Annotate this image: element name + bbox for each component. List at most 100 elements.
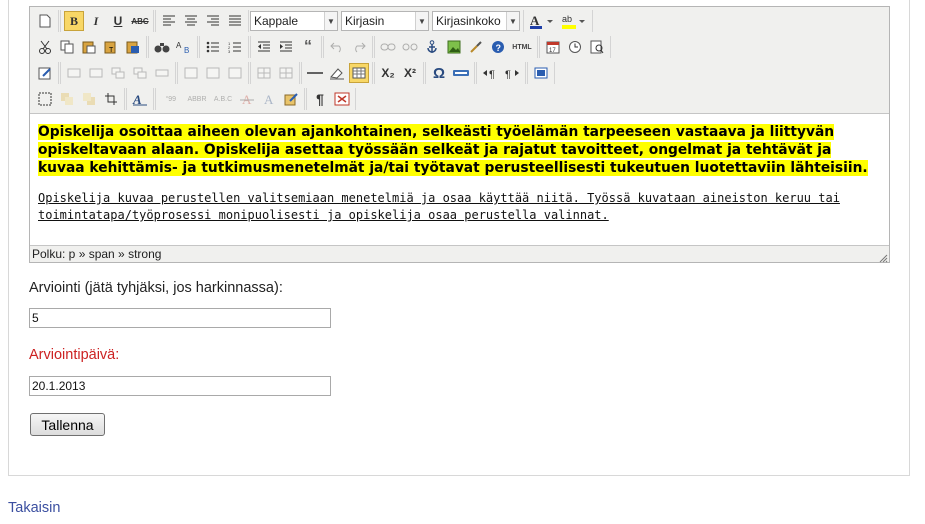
back-link[interactable]: Takaisin [8,500,60,516]
table-cell-icon[interactable] [254,63,274,83]
cut-icon[interactable] [35,37,55,57]
form-field-icon[interactable] [86,63,106,83]
paste-text-icon[interactable]: T [101,37,121,57]
svg-text:T: T [109,47,114,54]
acronym-icon[interactable]: A.B.C [211,89,235,109]
layer-icon[interactable] [130,63,150,83]
strikethrough-button[interactable]: ABC [130,11,150,31]
new-document-icon[interactable] [35,11,55,31]
highlight-color-icon[interactable]: ab [559,11,589,31]
paste-word-icon[interactable] [123,37,143,57]
chevron-down-icon: ▼ [415,12,428,30]
layer-icon[interactable] [108,63,128,83]
blockquote-icon[interactable]: “ [298,37,318,57]
align-right-icon[interactable] [203,11,223,31]
html-source-icon[interactable]: HTML [510,37,534,57]
table-row-icon[interactable] [203,63,223,83]
copy-icon[interactable] [57,37,77,57]
element-path: Polku: p » span » strong [32,247,162,261]
preview-icon[interactable] [587,37,607,57]
layer-icon[interactable] [152,63,172,83]
media-icon[interactable] [451,63,471,83]
save-button[interactable]: Tallenna [30,413,105,436]
toolbar-group [32,88,125,110]
highlighted-paragraph: Opiskelija osoittaa aiheen olevan ajanko… [38,123,878,177]
toolbar-group [32,10,59,32]
bold-button[interactable]: B [64,11,84,31]
subscript-button[interactable]: X₂ [378,63,398,83]
format-select[interactable]: Kappale ▼ [250,11,338,31]
toolbar-group: ¶ ¶ [476,62,526,84]
form-field-icon[interactable] [64,63,84,83]
table-cell-icon[interactable] [276,63,296,83]
text-color-icon[interactable]: A [527,11,557,31]
edit-document-icon[interactable] [35,63,55,83]
toolbar-row-4: A “99 ABBR A.B.C A A ¶ [32,86,357,112]
rtl-icon[interactable]: ¶ [502,63,522,83]
resize-handle-icon[interactable] [878,251,888,263]
toolbar-group: A ab [523,10,593,32]
abbr-icon[interactable]: ABBR [185,89,209,109]
svg-text:A: A [132,92,142,106]
superscript-button[interactable]: X² [400,63,420,83]
image-icon[interactable] [444,37,464,57]
visual-aid-icon[interactable] [35,89,55,109]
svg-text:¶: ¶ [505,69,511,79]
font-select[interactable]: Kirjasin ▼ [341,11,429,31]
italic-button[interactable]: I [86,11,106,31]
fullscreen-icon[interactable] [531,63,551,83]
svg-text:A: A [530,13,540,28]
unlink-icon[interactable] [400,37,420,57]
eraser-icon[interactable] [327,63,347,83]
horizontal-rule-icon[interactable] [305,63,325,83]
grade-input[interactable] [29,308,331,328]
move-forward-icon[interactable] [57,89,77,109]
date-input[interactable] [29,376,331,396]
undo-icon[interactable] [327,37,347,57]
toolbar-group [177,62,249,84]
link-icon[interactable] [378,37,398,57]
align-center-icon[interactable] [181,11,201,31]
replace-icon[interactable]: AB [174,37,194,57]
font-select-value: Kirjasin [345,14,385,28]
style-props-icon[interactable]: A [130,89,150,109]
svg-text:A: A [242,92,252,106]
delete-text-icon[interactable]: A [237,89,257,109]
numbered-list-icon[interactable]: 123 [225,37,245,57]
cleanup-icon[interactable] [466,37,486,57]
cite-icon[interactable]: “99 [159,89,183,109]
nonbreaking-icon[interactable] [332,89,352,109]
indent-icon[interactable] [276,37,296,57]
special-char-button[interactable]: Ω [429,63,449,83]
font-size-select[interactable]: Kirjasinkoko ▼ [432,11,520,31]
table-row-icon[interactable] [225,63,245,83]
align-left-icon[interactable] [159,11,179,31]
table-icon[interactable] [349,63,369,83]
outdent-icon[interactable] [254,37,274,57]
insert-date-icon[interactable]: 17 [543,37,563,57]
absolute-icon[interactable] [101,89,121,109]
search-icon[interactable] [152,37,172,57]
align-justify-icon[interactable] [225,11,245,31]
chevron-down-icon: ▼ [324,12,337,30]
ltr-icon[interactable]: ¶ [480,63,500,83]
svg-text:17: 17 [549,48,556,54]
toolbar-group: A [126,88,154,110]
underline-button[interactable]: U [108,11,128,31]
insert-text-icon[interactable]: A [259,89,279,109]
svg-text:ab: ab [562,14,572,24]
editor-content-area[interactable]: Opiskelija osoittaa aiheen olevan ajanko… [30,113,889,246]
table-row-icon[interactable] [181,63,201,83]
toolbar-group [323,36,373,58]
insert-time-icon[interactable] [565,37,585,57]
attributes-icon[interactable] [281,89,301,109]
anchor-icon[interactable] [422,37,442,57]
toolbar-group: 17 [539,36,611,58]
move-backward-icon[interactable] [79,89,99,109]
redo-icon[interactable] [349,37,369,57]
paste-icon[interactable] [79,37,99,57]
show-blocks-button[interactable]: ¶ [310,89,330,109]
svg-text:B: B [184,46,189,54]
bullet-list-icon[interactable] [203,37,223,57]
help-icon[interactable]: ? [488,37,508,57]
